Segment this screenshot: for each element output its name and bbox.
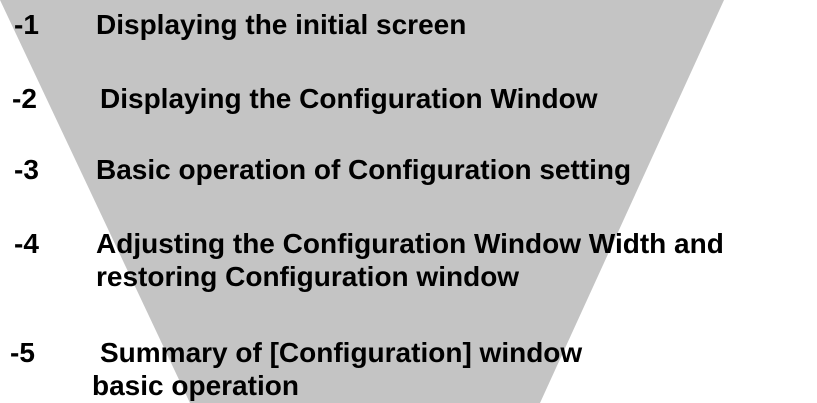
item-number-1: -1 [14,9,39,40]
item-label-1: Displaying the initial screen [96,8,466,41]
item-number-2: -2 [12,83,37,114]
item-number-3: -3 [14,154,39,185]
item-label-3-line-1: Basic operation of Configuration setting [96,154,632,185]
item-number-5: -5 [10,337,35,368]
item-label-2: Displaying the Configuration Window [100,82,598,115]
item-label-5: Summary of [Configuration] window basic … [92,336,583,402]
item-label-4-line-1: Adjusting the Configuration Window Width… [96,228,724,259]
item-number-4: -4 [14,228,39,259]
item-label-2-line-1: Displaying the Configuration Window [100,83,598,114]
item-label-1-line-1: Displaying the initial screen [96,9,467,40]
item-label-3: Basic operation of Configuration setting [96,153,631,186]
procedure-list-slide: -1 Displaying the initial screen -2 Disp… [0,0,817,403]
item-label-4-line-2: restoring Configuration window [96,261,520,292]
item-label-4: Adjusting the Configuration Window Width… [96,227,724,293]
item-label-5-line-1: Summary of [Configuration] window [100,337,583,368]
item-label-5-line-2: basic operation [92,370,299,401]
